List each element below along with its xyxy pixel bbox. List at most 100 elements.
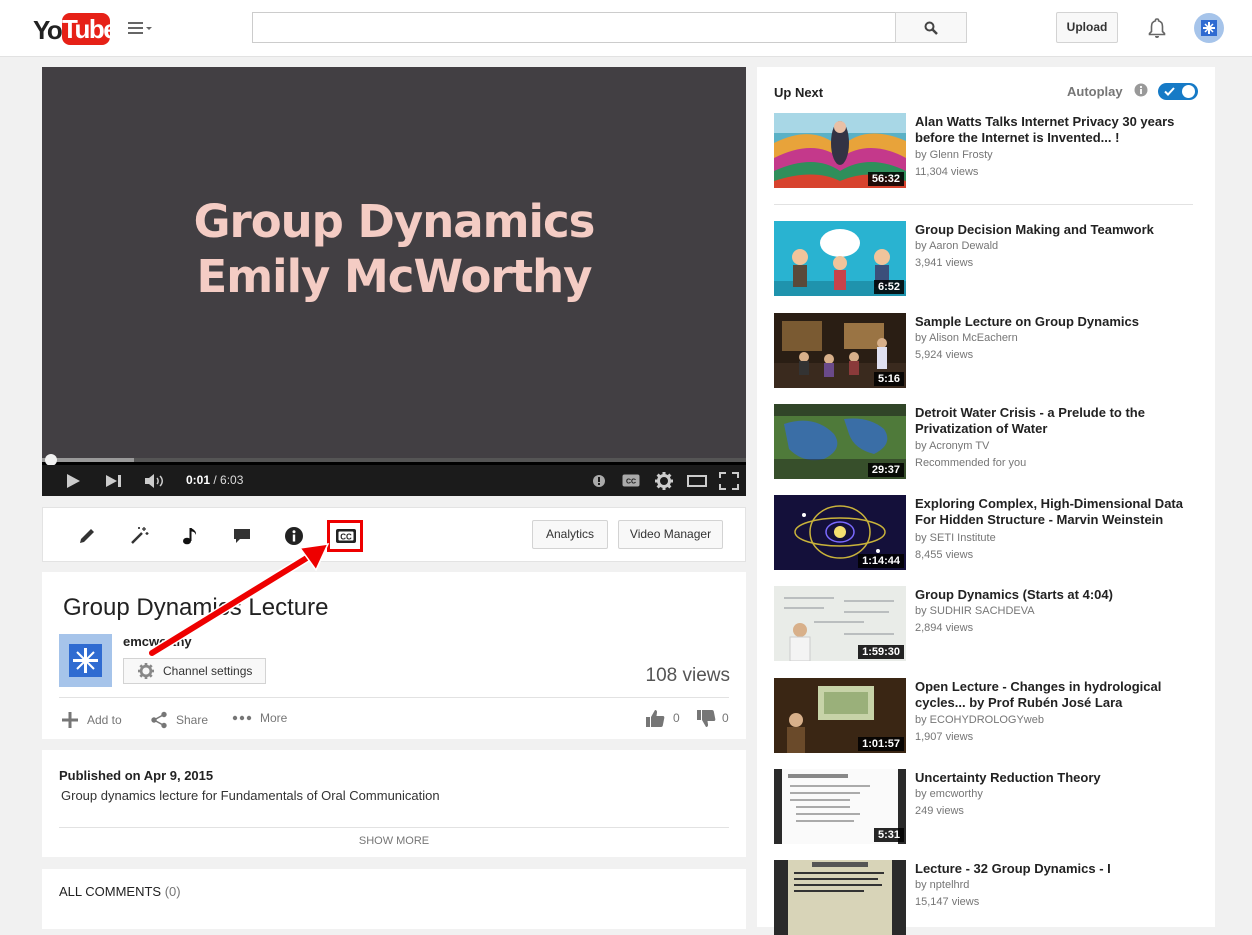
divider bbox=[774, 204, 1193, 205]
description-text: Group dynamics lecture for Fundamentals … bbox=[61, 788, 440, 803]
notifications-bell-icon[interactable] bbox=[1145, 16, 1169, 40]
video-channel[interactable]: by Glenn Frosty bbox=[915, 147, 993, 164]
annotation-arrow bbox=[147, 543, 330, 658]
comments-count: (0) bbox=[164, 884, 181, 899]
video-views: 1,907 views bbox=[915, 731, 974, 743]
add-to-button[interactable]: Add to bbox=[61, 711, 122, 729]
video-manager-button[interactable]: Video Manager bbox=[618, 520, 723, 549]
video-duration: 6:52 bbox=[873, 280, 904, 294]
annotations-icon bbox=[593, 474, 605, 487]
related-video-item[interactable]: 5:31 Uncertainty Reduction Theory by emc… bbox=[774, 769, 1194, 849]
video-frame[interactable]: Group Dynamics Emily McWorthy bbox=[42, 67, 746, 462]
search-button[interactable] bbox=[895, 12, 967, 43]
plus-icon bbox=[62, 712, 78, 728]
next-button[interactable] bbox=[103, 465, 125, 496]
video-views: 5,924 views bbox=[915, 349, 974, 361]
video-title[interactable]: Uncertainty Reduction Theory bbox=[915, 770, 1195, 786]
settings-button[interactable] bbox=[653, 465, 675, 496]
video-thumbnail[interactable]: 1:01:57 bbox=[774, 678, 906, 753]
video-views: 3,941 views bbox=[915, 257, 974, 269]
upload-button[interactable]: Upload bbox=[1056, 12, 1118, 43]
up-next-heading: Up Next bbox=[774, 85, 824, 100]
channel-avatar[interactable] bbox=[59, 634, 112, 687]
current-time: 0:01 bbox=[186, 473, 211, 487]
youtube-logo-badge[interactable]: Tube bbox=[62, 13, 118, 45]
related-video-item[interactable]: 5:16 Sample Lecture on Group Dynamics by… bbox=[774, 313, 1194, 393]
autoplay-toggle[interactable] bbox=[1158, 83, 1198, 100]
show-more-button[interactable]: SHOW MORE bbox=[42, 835, 746, 847]
like-button[interactable] bbox=[645, 709, 665, 733]
divider bbox=[59, 827, 729, 828]
add-to-label: Add to bbox=[87, 713, 122, 727]
comments-card: ALL COMMENTS (0) bbox=[42, 869, 746, 929]
checkmark-icon bbox=[1164, 87, 1175, 96]
autoplay-info-icon[interactable] bbox=[1134, 83, 1148, 97]
dislike-button[interactable] bbox=[696, 709, 716, 733]
progress-bar[interactable] bbox=[42, 454, 746, 466]
theater-mode-button[interactable] bbox=[686, 465, 708, 496]
like-count: 0 bbox=[673, 711, 680, 725]
video-channel[interactable]: by emcworthy bbox=[915, 786, 983, 803]
captions-icon: CC bbox=[622, 474, 640, 487]
video-views: 15,147 views bbox=[915, 896, 980, 908]
play-button[interactable] bbox=[62, 465, 84, 496]
video-thumbnail[interactable] bbox=[774, 860, 906, 935]
video-thumbnail[interactable]: 5:16 bbox=[774, 313, 906, 388]
search-input[interactable] bbox=[252, 12, 896, 43]
video-views: 11,304 views bbox=[915, 166, 979, 178]
video-title[interactable]: Detroit Water Crisis - a Prelude to the … bbox=[915, 405, 1195, 437]
more-button[interactable]: More bbox=[232, 711, 287, 725]
video-thumbnail[interactable]: 29:37 bbox=[774, 404, 906, 479]
related-video-item[interactable]: 29:37 Detroit Water Crisis - a Prelude t… bbox=[774, 404, 1194, 484]
video-channel[interactable]: by ECOHYDROLOGYweb bbox=[915, 712, 1044, 729]
video-channel[interactable]: by Alison McEachern bbox=[915, 330, 1018, 347]
video-duration: 1:59:30 bbox=[858, 645, 904, 659]
video-title[interactable]: Open Lecture - Changes in hydrological c… bbox=[915, 679, 1195, 711]
video-channel[interactable]: by SUDHIR SACHDEVA bbox=[915, 603, 1035, 620]
published-date: Published on Apr 9, 2015 bbox=[59, 768, 214, 783]
video-title[interactable]: Alan Watts Talks Internet Privacy 30 yea… bbox=[915, 114, 1195, 146]
video-views: 8,455 views bbox=[915, 549, 974, 561]
video-channel[interactable]: by nptelhrd bbox=[915, 877, 969, 894]
video-duration: 29:37 bbox=[867, 463, 904, 477]
comments-title: ALL COMMENTS bbox=[59, 884, 162, 899]
thumbs-down-icon bbox=[697, 710, 716, 727]
player-controls: 0:01 / 6:03 CC bbox=[42, 465, 746, 496]
view-count: 108 views bbox=[645, 665, 731, 686]
analytics-button[interactable]: Analytics bbox=[532, 520, 608, 549]
related-video-item[interactable]: Lecture - 32 Group Dynamics - I by nptel… bbox=[774, 860, 1195, 935]
video-title[interactable]: Exploring Complex, High-Dimensional Data… bbox=[915, 496, 1195, 528]
up-next-video-item[interactable]: 56:32 Alan Watts Talks Internet Privacy … bbox=[774, 113, 1194, 193]
related-video-item[interactable]: 1:59:30 Group Dynamics (Starts at 4:04) … bbox=[774, 586, 1194, 666]
video-thumbnail[interactable]: 1:14:44 bbox=[774, 495, 906, 570]
video-thumbnail[interactable]: 1:59:30 bbox=[774, 586, 906, 661]
video-player[interactable]: Group Dynamics Emily McWorthy 0:01 / 6:0… bbox=[42, 67, 746, 496]
video-channel[interactable]: by Acronym TV bbox=[915, 438, 989, 455]
video-views: 2,894 views bbox=[915, 622, 974, 634]
video-channel[interactable]: by Aaron Dewald bbox=[915, 238, 998, 255]
annotations-button[interactable] bbox=[591, 465, 607, 496]
account-avatar[interactable] bbox=[1194, 13, 1224, 43]
volume-button[interactable] bbox=[143, 465, 167, 496]
related-video-item[interactable]: 1:14:44 Exploring Complex, High-Dimensio… bbox=[774, 495, 1194, 575]
video-thumbnail[interactable]: 6:52 bbox=[774, 221, 906, 296]
video-title[interactable]: Group Decision Making and Teamwork bbox=[915, 222, 1195, 238]
captions-button[interactable]: CC bbox=[620, 465, 642, 496]
share-button[interactable]: Share bbox=[150, 711, 208, 729]
edit-pencil-icon[interactable] bbox=[76, 525, 98, 547]
autoplay-label: Autoplay bbox=[1067, 84, 1123, 99]
video-views: Recommended for you bbox=[915, 457, 1027, 469]
search-icon bbox=[924, 21, 938, 35]
video-thumbnail[interactable]: 5:31 bbox=[774, 769, 906, 844]
more-label: More bbox=[260, 711, 288, 725]
guide-menu-icon[interactable] bbox=[128, 22, 154, 36]
fullscreen-icon bbox=[719, 471, 739, 490]
related-video-item[interactable]: 6:52 Group Decision Making and Teamwork … bbox=[774, 221, 1194, 301]
video-title[interactable]: Sample Lecture on Group Dynamics bbox=[915, 314, 1195, 330]
related-video-item[interactable]: 1:01:57 Open Lecture - Changes in hydrol… bbox=[774, 678, 1194, 758]
fullscreen-button[interactable] bbox=[718, 465, 740, 496]
video-title[interactable]: Group Dynamics (Starts at 4:04) bbox=[915, 587, 1195, 603]
video-channel[interactable]: by SETI Institute bbox=[915, 530, 996, 547]
video-thumbnail[interactable]: 56:32 bbox=[774, 113, 906, 188]
video-title[interactable]: Lecture - 32 Group Dynamics - I bbox=[915, 861, 1195, 877]
